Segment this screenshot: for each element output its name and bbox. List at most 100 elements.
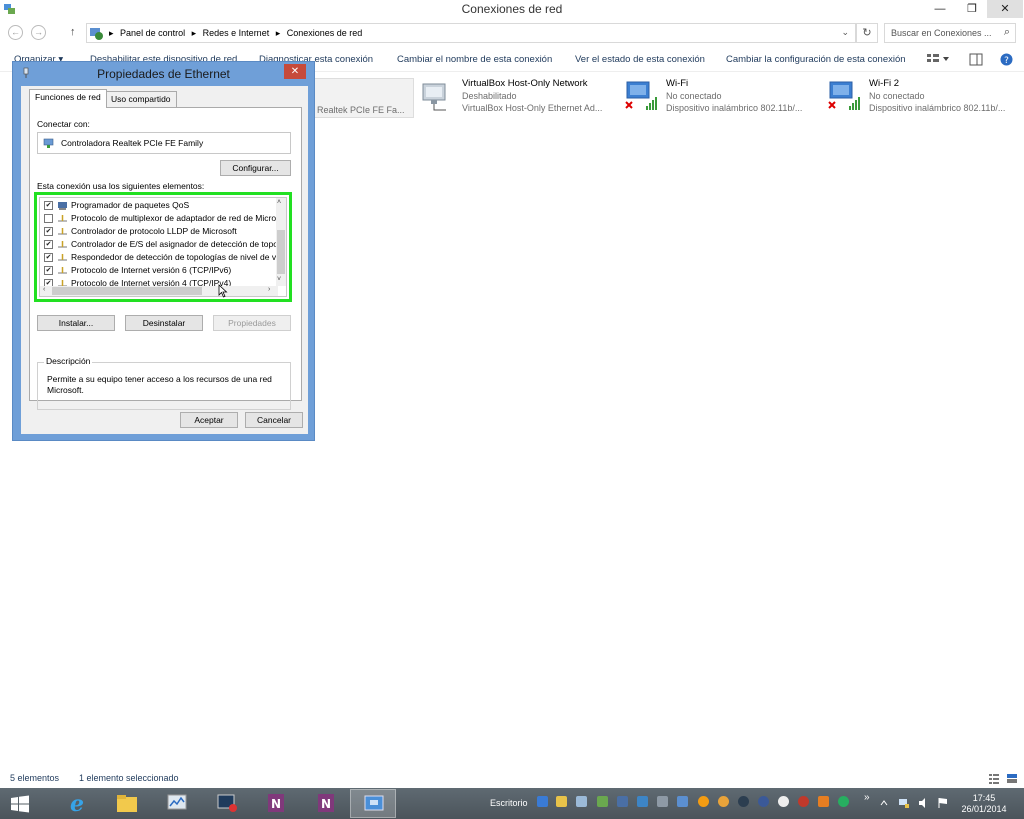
configure-button[interactable]: Configurar... xyxy=(220,160,291,176)
tray-app-icon[interactable] xyxy=(576,796,587,807)
list-item[interactable]: Protocolo de multiplexor de adaptador de… xyxy=(40,212,280,225)
tray-app-icon[interactable] xyxy=(818,796,829,807)
clock-time: 17:45 xyxy=(972,793,996,803)
volume-icon[interactable] xyxy=(918,797,930,809)
tab-uso-compartido[interactable]: Uso compartido xyxy=(105,91,177,107)
view-status-command[interactable]: Ver el estado de esta conexión xyxy=(575,54,705,65)
breadcrumb-conexiones-de-red[interactable]: Conexiones de red xyxy=(287,28,363,38)
chevron-down-icon[interactable]: ⌄ xyxy=(841,27,849,38)
dialog-close-button[interactable]: ✕ xyxy=(284,64,306,79)
refresh-button[interactable]: ↻ xyxy=(856,23,878,43)
taskbar-internet-explorer[interactable]: e xyxy=(54,789,100,818)
item-checkbox[interactable]: ✔ xyxy=(44,253,53,262)
tray-app-icon[interactable] xyxy=(798,796,809,807)
forward-button[interactable]: → xyxy=(31,25,46,40)
restore-button[interactable]: ❐ xyxy=(960,0,984,18)
taskbar-file-explorer[interactable] xyxy=(104,789,150,818)
show-hidden-icons-icon[interactable] xyxy=(880,800,888,806)
action-center-flag-icon[interactable] xyxy=(937,797,949,809)
connection-device: Dispositivo inalámbrico 802.11b/... xyxy=(666,103,803,113)
tray-app-icon[interactable] xyxy=(637,796,648,807)
folder-icon xyxy=(117,795,137,812)
change-settings-command[interactable]: Cambiar la configuración de esta conexió… xyxy=(726,54,906,65)
components-list[interactable]: ✔ Programador de paquetes QoS Protocolo … xyxy=(39,197,287,297)
ok-button[interactable]: Aceptar xyxy=(180,412,238,428)
item-checkbox[interactable]: ✔ xyxy=(44,266,53,275)
network-tray-icon[interactable] xyxy=(898,797,910,809)
taskbar-onenote-2[interactable]: N xyxy=(304,789,350,818)
scroll-up-arrow[interactable]: ˄ xyxy=(277,199,281,206)
control-panel-icon xyxy=(90,28,103,40)
list-item[interactable]: ✔ Controlador de protocolo LLDP de Micro… xyxy=(40,225,280,238)
tray-app-icon[interactable] xyxy=(617,796,628,807)
vertical-scrollbar[interactable]: ˄ ˅ xyxy=(276,198,286,286)
address-bar[interactable]: ▸ Panel de control ▸ Redes e Internet ▸ … xyxy=(86,23,856,43)
properties-button[interactable]: Propiedades xyxy=(213,315,291,331)
tab-funciones-de-red[interactable]: Funciones de red xyxy=(29,89,107,108)
tray-app-icon[interactable] xyxy=(657,796,668,807)
tray-app-icon[interactable] xyxy=(677,796,688,807)
windows-start-icon[interactable] xyxy=(10,795,30,813)
help-icon[interactable]: ? xyxy=(1000,53,1013,66)
uninstall-button[interactable]: Desinstalar xyxy=(125,315,203,331)
scroll-left-arrow[interactable]: ‹ xyxy=(43,286,45,293)
desktop-toolbar-label[interactable]: Escritorio xyxy=(490,798,528,808)
item-label: Controlador de protocolo LLDP de Microso… xyxy=(71,226,237,236)
list-item[interactable]: ✔ Programador de paquetes QoS xyxy=(40,199,280,212)
item-checkbox[interactable]: ✔ xyxy=(44,227,53,236)
tray-app-icon[interactable] xyxy=(718,796,729,807)
selection-count: 1 elemento seleccionado xyxy=(79,773,179,783)
rename-command[interactable]: Cambiar el nombre de esta conexión xyxy=(397,54,552,65)
tray-app-icon[interactable] xyxy=(537,796,548,807)
list-item[interactable]: ✔ Controlador de E/S del asignador de de… xyxy=(40,238,280,251)
onenote-icon: N xyxy=(318,794,334,812)
taskbar-resource-monitor[interactable] xyxy=(154,789,200,818)
up-button[interactable]: ↑ xyxy=(70,26,76,38)
item-checkbox[interactable] xyxy=(44,214,53,223)
breadcrumb-redes-e-internet[interactable]: Redes e Internet xyxy=(203,28,270,38)
connection-wifi[interactable]: Wi-Fi No conectado Dispositivo inalámbri… xyxy=(624,78,824,120)
tray-app-icon[interactable] xyxy=(597,796,608,807)
window-titlebar: Conexiones de red — ❐ ✕ xyxy=(0,0,1024,20)
view-options-icon[interactable] xyxy=(926,53,950,66)
install-button[interactable]: Instalar... xyxy=(37,315,115,331)
back-button[interactable]: ← xyxy=(8,25,23,40)
tray-app-icon[interactable] xyxy=(778,796,789,807)
cancel-button[interactable]: Cancelar xyxy=(245,412,303,428)
tray-app-icon[interactable] xyxy=(698,796,709,807)
close-button[interactable]: ✕ xyxy=(987,0,1023,18)
item-checkbox[interactable]: ✔ xyxy=(44,201,53,210)
search-input[interactable]: Buscar en Conexiones ... ⌕ xyxy=(884,23,1016,43)
taskbar-recorder[interactable] xyxy=(204,789,250,818)
tray-app-icon[interactable] xyxy=(556,796,567,807)
system-clock[interactable]: 17:45 26/01/2014 xyxy=(958,793,1010,815)
search-icon[interactable]: ⌕ xyxy=(1004,26,1010,39)
preview-pane-icon[interactable] xyxy=(969,53,983,66)
scroll-thumb[interactable] xyxy=(52,287,202,295)
scroll-down-arrow[interactable]: ˅ xyxy=(277,276,281,283)
connection-wifi-2[interactable]: Wi-Fi 2 No conectado Dispositivo inalámb… xyxy=(827,78,1024,120)
address-row: ← → ↑ ▸ Panel de control ▸ Redes e Inter… xyxy=(0,21,1024,45)
taskbar-onenote[interactable]: N xyxy=(254,789,300,818)
item-checkbox[interactable]: ✔ xyxy=(44,240,53,249)
connection-virtualbox[interactable]: VirtualBox Host-Only Network Deshabilita… xyxy=(420,78,620,120)
breadcrumb-panel-de-control[interactable]: Panel de control xyxy=(120,28,185,38)
tray-app-icon[interactable] xyxy=(838,796,849,807)
list-item[interactable]: ✔ Respondedor de detección de topologías… xyxy=(40,251,280,264)
minimize-button[interactable]: — xyxy=(928,0,952,18)
taskbar-network-connections[interactable] xyxy=(350,789,396,818)
wifi-adapter-icon xyxy=(828,81,860,110)
tray-app-icon[interactable] xyxy=(738,796,749,807)
horizontal-scrollbar[interactable]: ‹ › xyxy=(40,286,278,296)
onenote-icon: N xyxy=(268,794,284,812)
scroll-right-arrow[interactable]: › xyxy=(268,286,270,293)
tray-app-icon[interactable] xyxy=(758,796,769,807)
tiles-view-icon[interactable] xyxy=(1006,773,1018,784)
scroll-thumb[interactable] xyxy=(277,230,285,274)
ethernet-tile[interactable]: Realtek PCIe FE Fa... xyxy=(308,78,414,118)
details-view-icon[interactable] xyxy=(988,773,1000,784)
list-item[interactable]: ✔ Protocolo de Internet versión 6 (TCP/I… xyxy=(40,264,280,277)
qos-scheduler-icon xyxy=(58,202,67,210)
ethernet-device: Realtek PCIe FE Fa... xyxy=(317,105,405,115)
toolbar-overflow-button[interactable]: » xyxy=(864,792,870,803)
